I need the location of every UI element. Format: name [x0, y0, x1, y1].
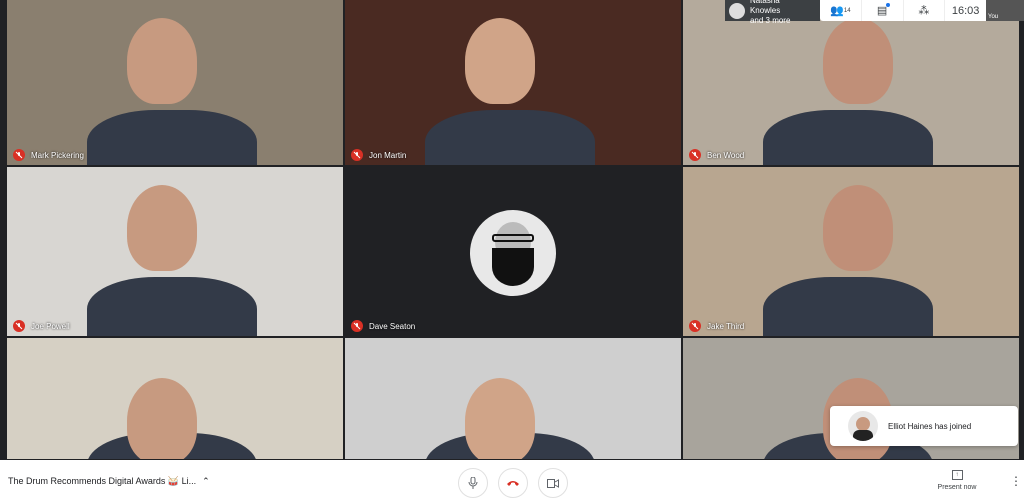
participant-name-label: Joe Powell	[13, 320, 70, 332]
person-body	[87, 110, 257, 165]
present-icon: ↑	[951, 470, 963, 480]
microphone-icon	[468, 477, 478, 489]
participant-count: 14	[843, 7, 851, 14]
activities-button[interactable]: ⁂	[904, 0, 946, 21]
hang-up-icon	[507, 481, 519, 486]
join-notification: Elliot Haines has joined	[830, 406, 1018, 446]
self-label: You	[988, 14, 999, 20]
participant-name: Joe Powell	[31, 321, 70, 331]
person-face	[127, 378, 197, 459]
microphone-off-icon	[13, 320, 25, 332]
participant-name: Ben Wood	[707, 150, 745, 160]
participant-name: Dave Seaton	[369, 321, 416, 331]
participant-name-label: Jake Third	[689, 320, 744, 332]
pinned-participants[interactable]: Natasha Knowles and 3 more	[725, 0, 820, 25]
person-body	[763, 277, 933, 336]
pinned-name: Natasha Knowles	[749, 0, 781, 15]
avatar	[729, 2, 745, 19]
avatar	[470, 210, 556, 296]
more-options-button[interactable]: ⋮	[1010, 474, 1022, 488]
participant-name-label: Mark Pickering	[13, 149, 84, 161]
person-body	[425, 110, 595, 165]
participant-name-label: Dave Seaton	[351, 320, 415, 332]
microphone-button[interactable]	[458, 468, 488, 498]
chevron-up-icon: ⌃	[202, 476, 210, 486]
present-now-button[interactable]: ↑ Present now	[934, 470, 980, 491]
present-label: Present now	[937, 484, 977, 491]
participant-name: Mark Pickering	[31, 150, 84, 160]
participant-tile[interactable]: Jake Third	[683, 167, 1019, 336]
person-body	[87, 277, 257, 336]
microphone-off-icon	[13, 149, 25, 161]
person-face	[127, 185, 197, 271]
person-face	[823, 18, 893, 104]
participant-tile[interactable]	[345, 338, 681, 459]
camera-icon	[547, 478, 559, 488]
people-icon: 👥	[830, 5, 844, 17]
microphone-off-icon	[689, 149, 701, 161]
video-grid: Mark Pickering Jon Martin Ben Wood Joe Powe…	[7, 0, 1019, 459]
person-body	[763, 110, 933, 165]
shapes-icon: ⁂	[918, 5, 930, 17]
person-face	[823, 185, 893, 271]
chat-icon: ▤	[877, 3, 891, 17]
camera-button[interactable]	[538, 468, 568, 498]
participant-name: Jake Third	[707, 321, 745, 331]
person-face	[465, 378, 535, 459]
participant-tile[interactable]	[7, 338, 343, 459]
participant-tile[interactable]: Joe Powell	[7, 167, 343, 336]
microphone-off-icon	[689, 320, 701, 332]
participant-tile[interactable]: Jon Martin	[345, 0, 681, 165]
participant-tile[interactable]: Ben Wood	[683, 0, 1019, 165]
person-face	[465, 18, 535, 104]
pinned-more: and 3 more	[749, 15, 791, 25]
microphone-off-icon	[351, 149, 363, 161]
participant-name-label: Jon Martin	[351, 149, 406, 161]
meeting-title: The Drum Recommends Digital Awards 🥁 Li.…	[8, 476, 197, 486]
avatar	[848, 411, 878, 441]
participant-name: Jon Martin	[369, 150, 407, 160]
self-view[interactable]: You	[986, 0, 1024, 21]
person-face	[127, 18, 197, 104]
microphone-off-icon	[351, 320, 363, 332]
toast-message: Elliot Haines has joined	[888, 421, 972, 431]
leave-call-button[interactable]	[498, 468, 528, 498]
people-button[interactable]: 👥 14	[820, 0, 862, 21]
participant-name-label: Ben Wood	[689, 149, 744, 161]
participant-tile[interactable]: Mark Pickering	[7, 0, 343, 165]
chat-button[interactable]: ▤	[862, 0, 904, 21]
participant-tile[interactable]: Dave Seaton	[345, 167, 681, 336]
meeting-details-button[interactable]: The Drum Recommends Digital Awards 🥁 Li.…	[8, 476, 210, 487]
bottom-bar: The Drum Recommends Digital Awards 🥁 Li.…	[0, 460, 1024, 503]
clock: 16:03	[951, 4, 980, 17]
top-bar: Natasha Knowles and 3 more 👥 14 ▤ ⁂ 16:03 …	[725, 0, 1024, 25]
